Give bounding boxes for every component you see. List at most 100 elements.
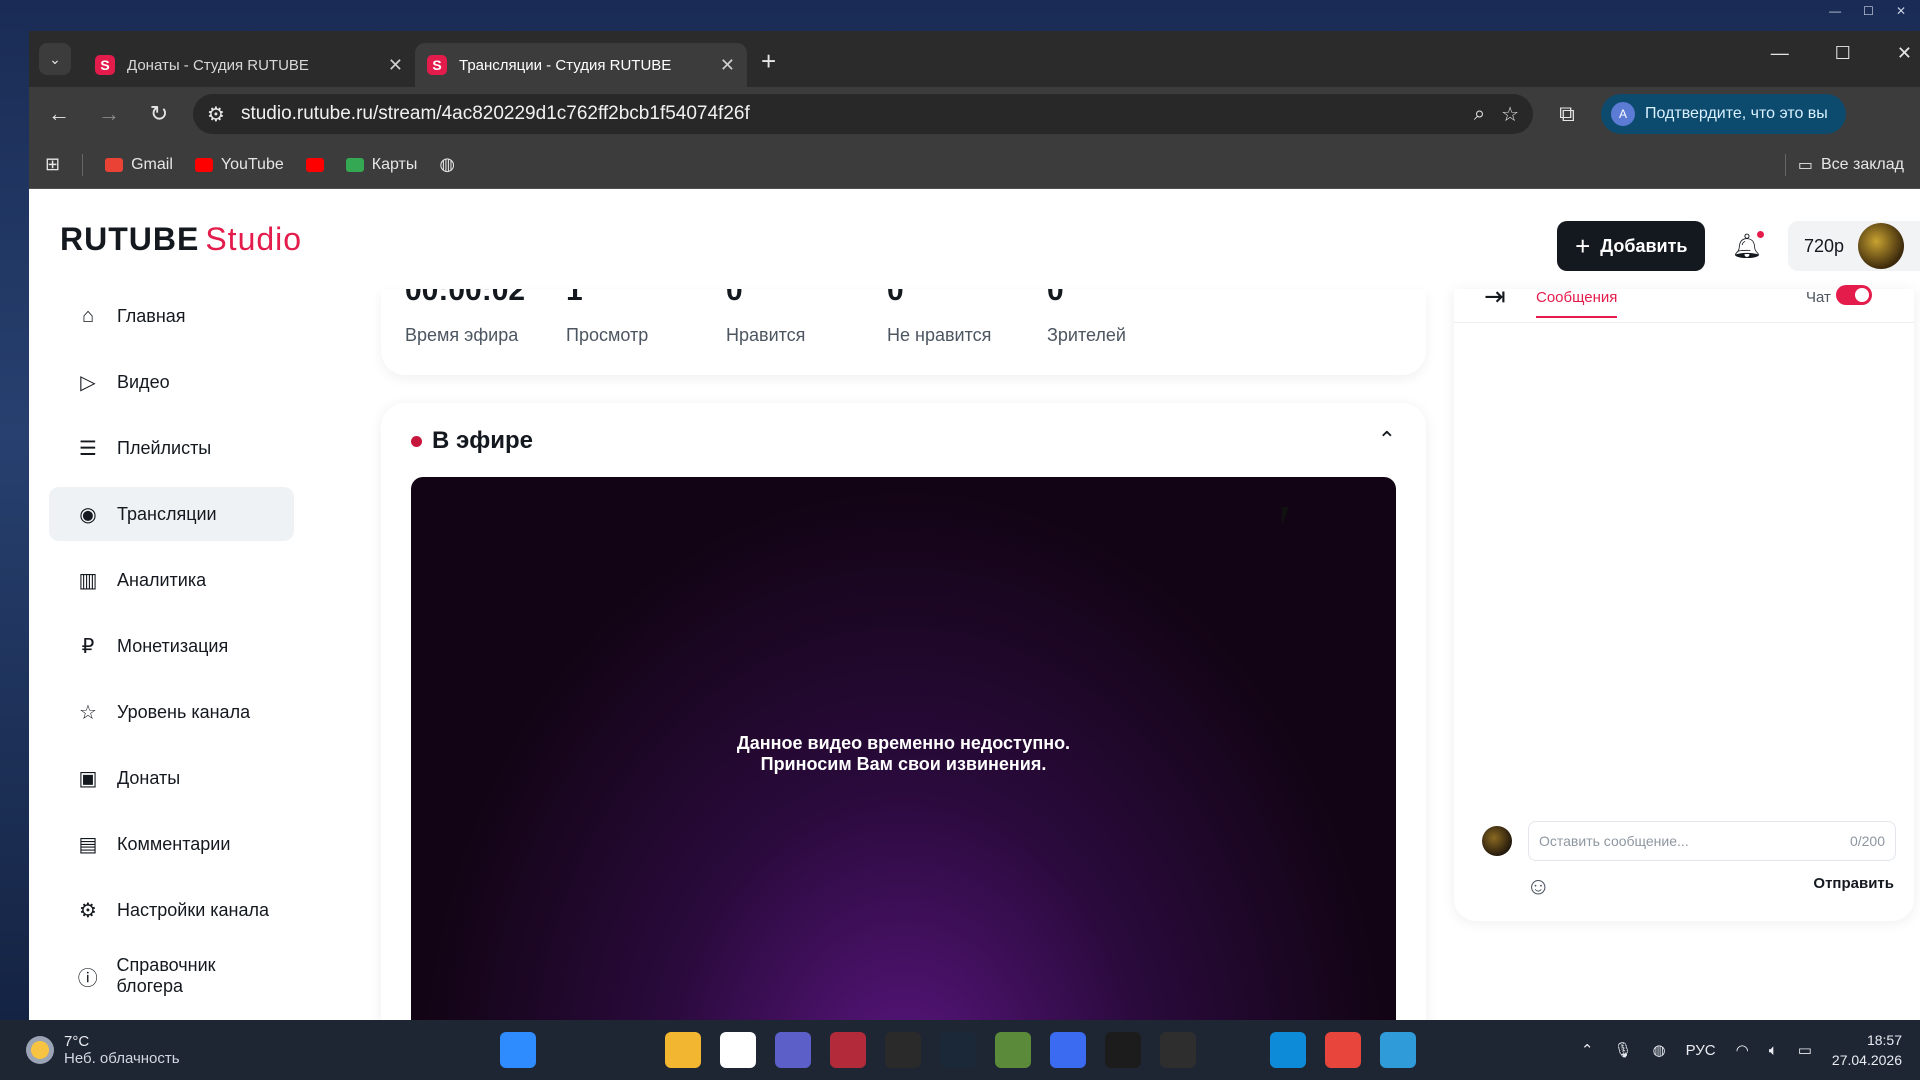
reload-icon[interactable]: ↻: [143, 101, 175, 127]
profile-verify-button[interactable]: A Подтвердите, что это вы: [1601, 94, 1846, 134]
teams-icon[interactable]: [775, 1032, 811, 1068]
add-button[interactable]: + Добавить: [1557, 221, 1706, 271]
studio-page: RUTUBE Studio + Добавить 🔔︎ 720p ⌂ Главная ▷…: [29, 189, 1920, 1020]
forward-icon[interactable]: →: [93, 101, 125, 127]
account-menu[interactable]: 720p: [1787, 221, 1920, 271]
maximize-icon[interactable]: ☐: [1835, 43, 1851, 64]
sidebar-item-8[interactable]: ▤ Комментарии: [49, 817, 294, 871]
bookmark-maps[interactable]: Карты: [345, 156, 417, 174]
live-indicator-dot: [411, 435, 422, 447]
site-info-icon[interactable]: ⚙: [207, 102, 225, 127]
minecraft-icon[interactable]: [995, 1032, 1031, 1068]
tab-messages[interactable]: Сообщения: [1536, 289, 1618, 318]
yandex-browser-icon[interactable]: [720, 1032, 756, 1068]
studio-header: RUTUBE Studio + Добавить 🔔︎ 720p: [29, 189, 1920, 289]
sidebar-item-5[interactable]: ₽ Монетизация: [49, 619, 294, 673]
bookmarks-separator: [82, 153, 84, 176]
notifications-bell-icon[interactable]: 🔔︎: [1731, 230, 1764, 261]
bookmark-youtube-2[interactable]: [305, 157, 324, 172]
live-card: В эфире ⌃ Данное видео временно недоступ…: [381, 403, 1426, 1020]
volume-icon[interactable]: 🔈︎: [1769, 1042, 1778, 1059]
tab-broadcasts[interactable]: S Трансляции - Студия RUTUBE ✕: [415, 43, 747, 87]
address-bar[interactable]: ⚙ studio.rutube.ru/stream/4ac820229d1c76…: [193, 94, 1533, 134]
playlist-icon: ☰: [79, 437, 97, 460]
expand-chat-icon[interactable]: ⇥: [1484, 281, 1506, 312]
file-explorer-icon[interactable]: [665, 1032, 701, 1068]
rutube-studio-logo[interactable]: RUTUBE Studio: [60, 221, 302, 258]
star-icon: ☆: [79, 701, 97, 724]
extensions-icon[interactable]: ⧉: [1551, 101, 1583, 127]
tab-title: Донаты - Студия RUTUBE: [127, 56, 309, 74]
send-button[interactable]: Отправить: [1813, 875, 1894, 892]
obs-icon[interactable]: [1160, 1032, 1196, 1068]
analytics-icon: ▥: [78, 569, 98, 592]
weather-widget[interactable]: 7°C Неб. облачность: [0, 1033, 420, 1067]
feather-icon[interactable]: [1215, 1032, 1251, 1068]
epic-games-icon[interactable]: [885, 1032, 921, 1068]
sidebar-item-2[interactable]: ☰ Плейлисты: [49, 421, 294, 475]
minimize-icon[interactable]: —: [1771, 43, 1789, 64]
stat-value: 0: [1047, 289, 1064, 307]
bookmark-star-icon[interactable]: ☆: [1501, 102, 1519, 127]
new-tab-button[interactable]: +: [761, 46, 776, 77]
bookmark-globe[interactable]: ◍: [439, 154, 455, 175]
chrome-icon[interactable]: [1325, 1032, 1361, 1068]
tab-strip: ⌄ S Донаты - Студия RUTUBE ✕ S Трансляци…: [29, 31, 1920, 87]
avatar: [1858, 223, 1904, 269]
search-icon[interactable]: [555, 1032, 591, 1068]
task-view-icon[interactable]: [610, 1032, 646, 1068]
game-icon[interactable]: [830, 1032, 866, 1068]
video-player[interactable]: Данное видео временно недоступно. Принос…: [411, 477, 1396, 1020]
notification-dot: [1756, 230, 1764, 238]
mouse-cursor: [1282, 507, 1296, 525]
microphone-icon[interactable]: 🎙︎: [1613, 1041, 1632, 1059]
bookmark-gmail[interactable]: Gmail: [105, 156, 173, 174]
close-icon[interactable]: ✕: [388, 55, 403, 76]
close-icon[interactable]: ✕: [720, 55, 735, 76]
sidebar-item-10[interactable]: ⓘ Справочник блогера: [49, 949, 294, 1003]
windows-start-icon[interactable]: [500, 1032, 536, 1068]
sidebar-item-4[interactable]: ▥ Аналитика: [49, 553, 294, 607]
chevron-up-icon[interactable]: ⌃: [1378, 427, 1396, 453]
sidebar-item-6[interactable]: ☆ Уровень канала: [49, 685, 294, 739]
url-text[interactable]: studio.rutube.ru/stream/4ac820229d1c762f…: [241, 103, 1458, 125]
zoom-icon[interactable]: ⌕: [1474, 103, 1485, 126]
language-indicator[interactable]: РУС: [1686, 1042, 1716, 1059]
app-icon[interactable]: [1050, 1032, 1086, 1068]
sidebar-item-label: Донаты: [117, 767, 181, 788]
background-window-controls: — ☐ ✕: [1829, 4, 1906, 18]
sidebar-item-7[interactable]: ▣ Донаты: [49, 751, 294, 805]
back-icon[interactable]: ←: [43, 101, 75, 127]
chat-message-input[interactable]: Оставить сообщение... 0/200: [1528, 821, 1896, 861]
sidebar-item-9[interactable]: ⚙ Настройки канала: [49, 883, 294, 937]
clock[interactable]: 18:57 27.04.2026: [1832, 1030, 1902, 1070]
chat-toggle[interactable]: [1836, 285, 1872, 305]
tab-donations[interactable]: S Донаты - Студия RUTUBE ✕: [83, 43, 415, 87]
steam-icon[interactable]: [940, 1032, 976, 1068]
sidebar-item-3[interactable]: ◉ Трансляции: [49, 487, 294, 541]
apps-grid-icon[interactable]: ⊞: [45, 154, 60, 175]
sidebar-item-1[interactable]: ▷ Видео: [49, 355, 294, 409]
network-globe-icon[interactable]: ◍: [1652, 1041, 1665, 1059]
info-icon: ⓘ: [77, 967, 98, 990]
rutube-favicon-icon: S: [95, 55, 115, 75]
battery-icon[interactable]: ▭: [1798, 1041, 1812, 1059]
ruble-icon: ₽: [81, 635, 95, 658]
roblox-icon[interactable]: [1105, 1032, 1141, 1068]
wallet-icon: ▣: [78, 767, 98, 790]
all-bookmarks[interactable]: ▭ Все заклад: [1798, 155, 1904, 175]
char-counter: 0/200: [1849, 833, 1885, 849]
stream-stats-card: 00:00:02 Время эфира 1 Просмотр 0 Нравится 0 Не…: [381, 289, 1426, 375]
youtube-icon: [194, 157, 213, 172]
gear-icon: ⚙: [79, 899, 97, 922]
wifi-icon[interactable]: ◠: [1736, 1041, 1749, 1059]
chevron-up-icon[interactable]: ⌃: [1581, 1041, 1594, 1059]
bookmark-youtube[interactable]: YouTube: [194, 156, 284, 174]
home-icon: ⌂: [81, 304, 95, 327]
app2-icon[interactable]: [1380, 1032, 1416, 1068]
close-window-icon[interactable]: ✕: [1897, 43, 1912, 64]
sidebar-item-0[interactable]: ⌂ Главная: [49, 289, 294, 343]
tab-search-button[interactable]: ⌄: [39, 43, 71, 75]
edge-icon[interactable]: [1270, 1032, 1306, 1068]
emoji-icon[interactable]: ☺: [1526, 873, 1551, 901]
